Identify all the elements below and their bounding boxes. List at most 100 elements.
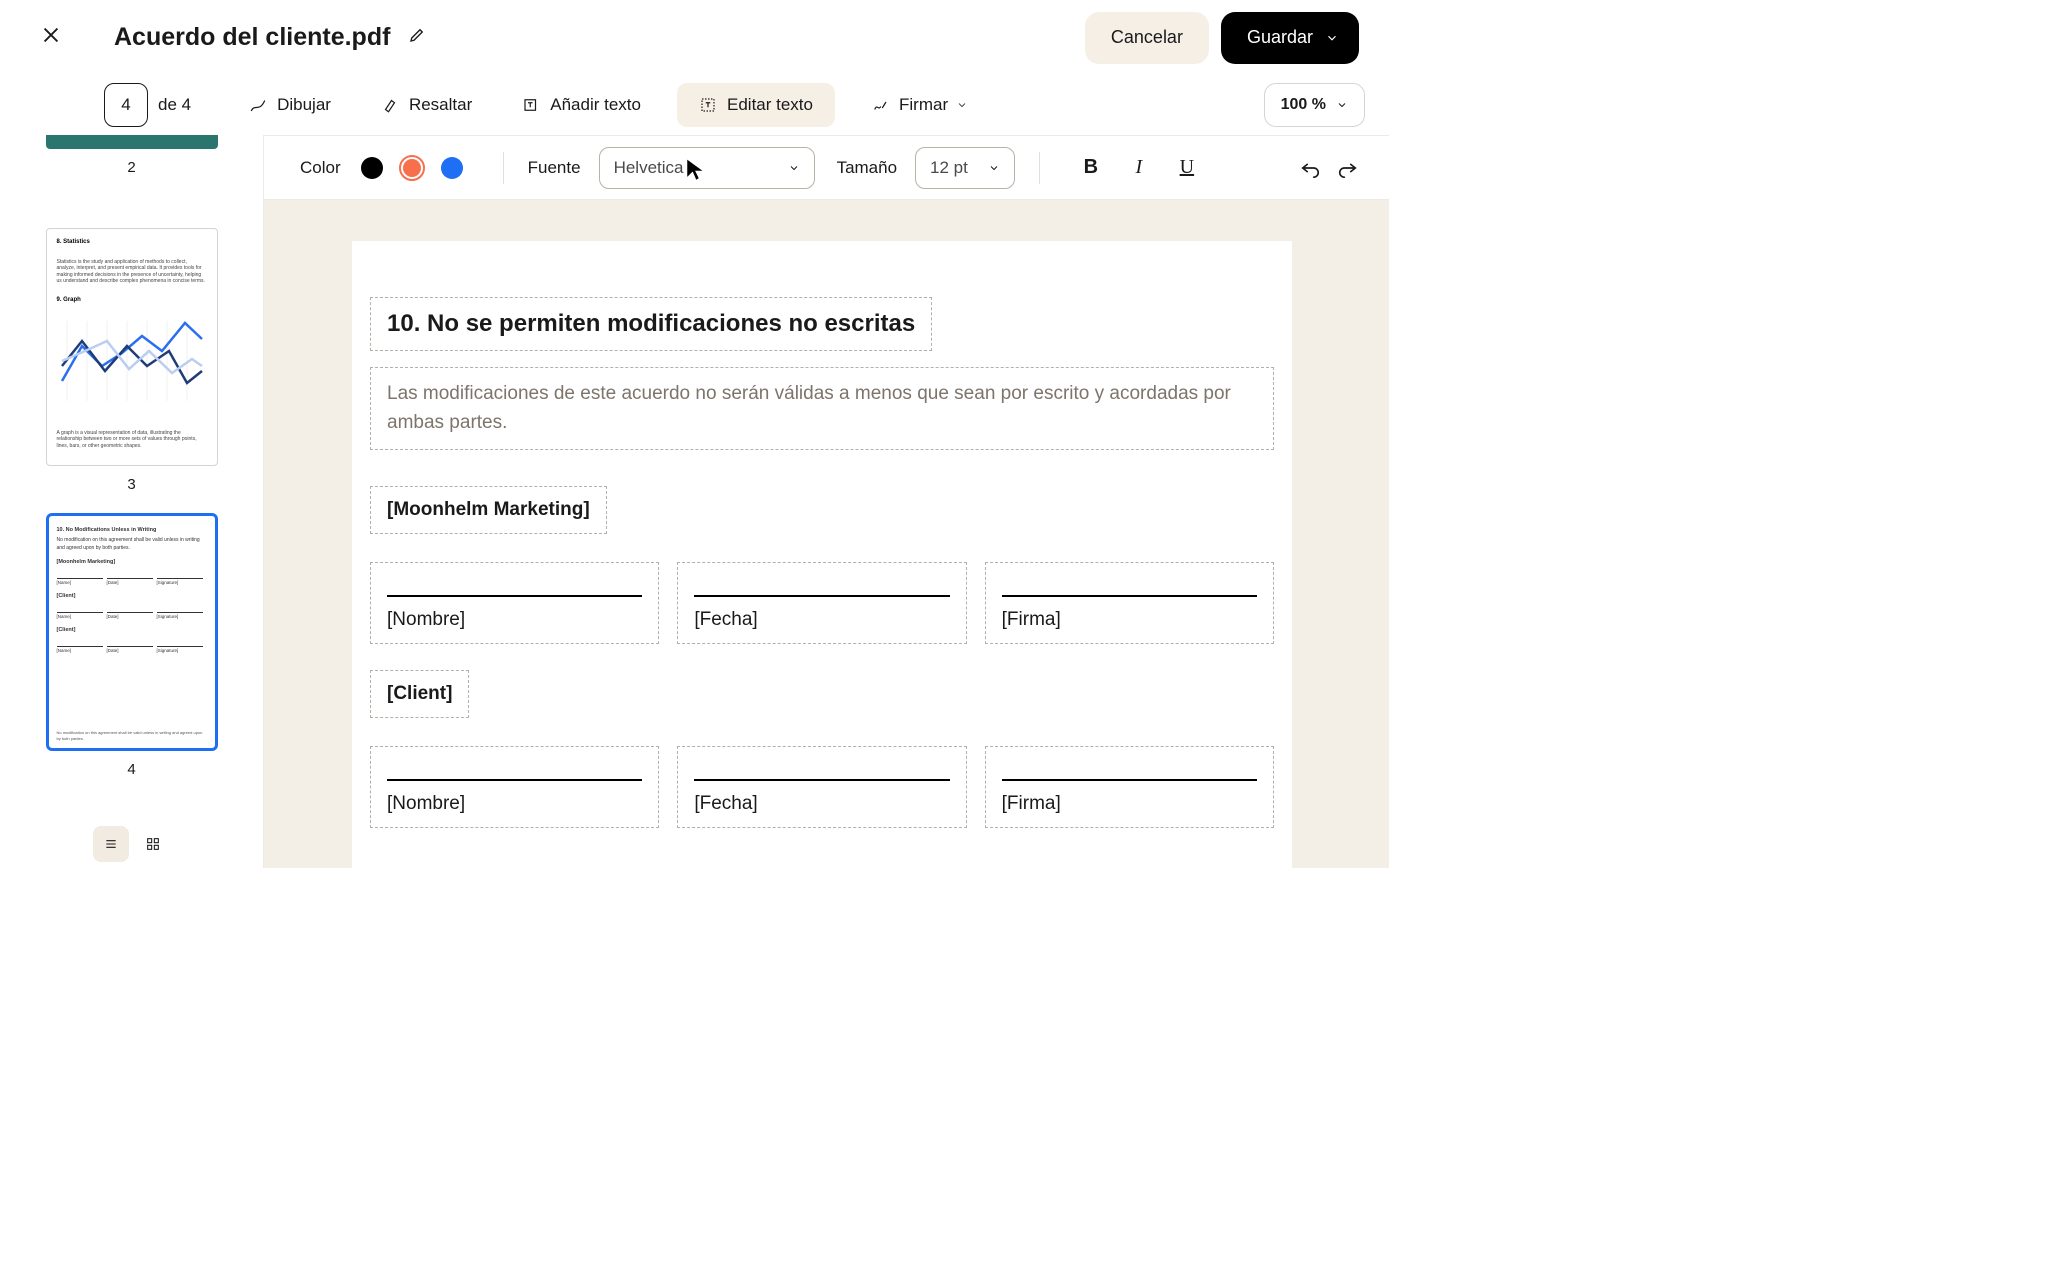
chevron-down-icon <box>1325 31 1339 45</box>
edit-text-icon <box>699 96 717 114</box>
format-bar: Color Fuente Helvetica Tamaño 12 pt B I <box>264 135 1389 200</box>
title-bar: Acuerdo del cliente.pdf Cancelar Guardar <box>0 0 1389 75</box>
view-grid-button[interactable] <box>135 826 171 862</box>
thumbnail-page4-number: 4 <box>127 761 135 778</box>
thumbnail-sidebar: 2 8. Statistics Statistics is the study … <box>0 135 264 868</box>
tool-add-text[interactable]: Añadir texto <box>508 85 655 125</box>
redo-icon[interactable] <box>1337 157 1359 179</box>
thumb4-footer: No modification on this agreement shall … <box>57 730 207 742</box>
draw-icon <box>249 96 267 114</box>
name-label: [Nombre] <box>387 793 642 815</box>
font-dropdown[interactable]: Helvetica <box>599 147 815 189</box>
date-label: [Fecha] <box>694 609 949 631</box>
cancel-button[interactable]: Cancelar <box>1085 12 1209 64</box>
signature-row-1: [Nombre] [Fecha] [Firma] <box>370 562 1274 644</box>
signature-label: [Firma] <box>1002 609 1257 631</box>
chevron-down-icon <box>956 99 968 111</box>
close-icon[interactable] <box>40 24 62 51</box>
save-button[interactable]: Guardar <box>1221 12 1359 64</box>
editor-canvas: Color Fuente Helvetica Tamaño 12 pt B I <box>264 135 1389 868</box>
signature-name-field[interactable]: [Nombre] <box>370 746 659 828</box>
thumbnail-page2-edge[interactable] <box>46 135 218 149</box>
tool-draw-label: Dibujar <box>277 95 331 115</box>
font-value: Helvetica <box>614 158 684 178</box>
signature-line <box>694 763 949 781</box>
tool-sign-label: Firmar <box>899 95 948 115</box>
add-text-icon <box>522 96 540 114</box>
tool-highlight-label: Resaltar <box>409 95 472 115</box>
thumb4-para: No modification on this agreement shall … <box>57 537 207 552</box>
thumb3-para2: A graph is a visual representation of da… <box>47 420 217 452</box>
name-label: [Nombre] <box>387 609 642 631</box>
editable-heading[interactable]: 10. No se permiten modificaciones no esc… <box>370 297 932 351</box>
editable-paragraph[interactable]: Las modificaciones de este acuerdo no se… <box>370 367 1274 450</box>
signature-line <box>1002 763 1257 781</box>
tool-highlight[interactable]: Resaltar <box>367 85 486 125</box>
chevron-down-icon <box>788 162 800 174</box>
thumb4-company: [Moonhelm Marketing] <box>57 558 207 566</box>
rename-icon[interactable] <box>408 26 426 49</box>
divider <box>503 152 504 184</box>
underline-button[interactable]: U <box>1168 149 1206 187</box>
highlight-icon <box>381 96 399 114</box>
tool-edit-text[interactable]: Editar texto <box>677 83 835 127</box>
thumbnail-page2-number: 2 <box>127 159 135 176</box>
zoom-value: 100 % <box>1281 96 1326 114</box>
undo-icon[interactable] <box>1299 157 1321 179</box>
italic-button[interactable]: I <box>1120 149 1158 187</box>
signature-sign-field[interactable]: [Firma] <box>985 746 1274 828</box>
signature-line <box>694 579 949 597</box>
tool-draw[interactable]: Dibujar <box>235 85 345 125</box>
view-toggle <box>0 820 263 868</box>
thumb3-para1: Statistics is the study and application … <box>47 249 217 287</box>
tool-add-text-label: Añadir texto <box>550 95 641 115</box>
signature-line <box>1002 579 1257 597</box>
main-area: 2 8. Statistics Statistics is the study … <box>0 135 1389 868</box>
save-button-label: Guardar <box>1247 27 1313 48</box>
bold-button[interactable]: B <box>1072 149 1110 187</box>
size-value: 12 pt <box>930 158 968 178</box>
signature-date-field[interactable]: [Fecha] <box>677 746 966 828</box>
color-swatch-black[interactable] <box>361 157 383 179</box>
size-dropdown[interactable]: 12 pt <box>915 147 1015 189</box>
color-swatches <box>361 155 479 181</box>
chevron-down-icon <box>1336 99 1348 111</box>
thumb3-heading1: 8. Statistics <box>47 229 217 249</box>
view-list-button[interactable] <box>93 826 129 862</box>
editable-company[interactable]: [Moonhelm Marketing] <box>370 486 607 534</box>
document-page: 10. No se permiten modificaciones no esc… <box>352 241 1292 868</box>
thumb3-heading2: 9. Graph <box>47 287 217 307</box>
thumb4-heading: 10. No Modifications Unless in Writing <box>57 526 207 534</box>
editable-client[interactable]: [Client] <box>370 670 469 718</box>
history-controls <box>1283 157 1359 179</box>
page-count-label: de 4 <box>158 95 191 115</box>
document-title: Acuerdo del cliente.pdf <box>114 23 390 52</box>
thumbnail-page4[interactable]: 10. No Modifications Unless in Writing N… <box>46 513 218 751</box>
signature-label: [Firma] <box>1002 793 1257 815</box>
page-number-input[interactable]: 4 <box>104 83 148 127</box>
tool-sign[interactable]: Firmar <box>857 85 982 125</box>
signature-line <box>387 579 642 597</box>
thumb4-client: [Client] <box>57 592 207 600</box>
color-swatch-blue[interactable] <box>441 157 463 179</box>
zoom-dropdown[interactable]: 100 % <box>1264 83 1365 127</box>
signature-sign-field[interactable]: [Firma] <box>985 562 1274 644</box>
tool-edit-text-label: Editar texto <box>727 95 813 115</box>
thumbnail-page3[interactable]: 8. Statistics Statistics is the study an… <box>46 228 218 466</box>
color-swatch-orange[interactable] <box>399 155 425 181</box>
date-label: [Fecha] <box>694 793 949 815</box>
signature-row-2: [Nombre] [Fecha] [Firma] <box>370 746 1274 828</box>
thumb4-client2: [Client] <box>57 626 207 634</box>
list-icon <box>103 836 119 852</box>
grid-icon <box>145 836 161 852</box>
sign-icon <box>871 96 889 114</box>
chevron-down-icon <box>988 162 1000 174</box>
signature-date-field[interactable]: [Fecha] <box>677 562 966 644</box>
color-label: Color <box>300 158 341 178</box>
size-label: Tamaño <box>837 158 897 178</box>
divider <box>1039 152 1040 184</box>
signature-name-field[interactable]: [Nombre] <box>370 562 659 644</box>
thumb3-chart <box>47 307 217 420</box>
thumbnail-page3-number: 3 <box>127 476 135 493</box>
main-toolbar: 4 de 4 Dibujar Resaltar Añadir texto Edi… <box>0 75 1389 135</box>
